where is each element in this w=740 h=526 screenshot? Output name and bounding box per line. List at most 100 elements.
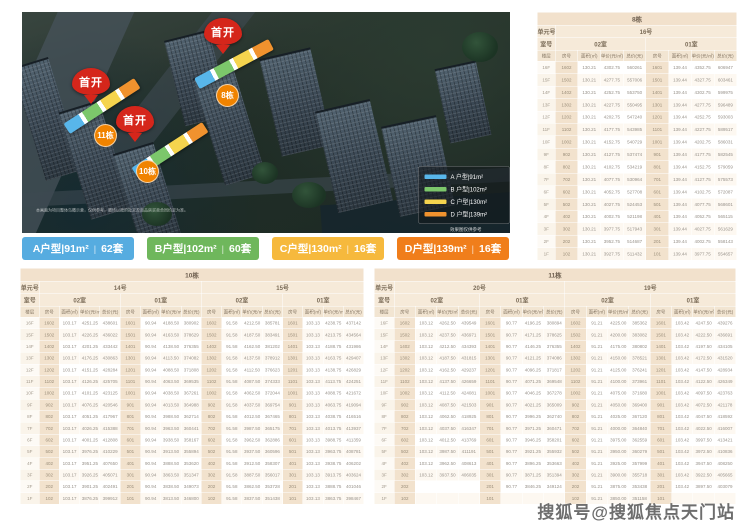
table-title-row: 8栋 (537, 12, 737, 25)
cell: 358167 (181, 434, 201, 446)
cell: 4162.50 (242, 341, 262, 353)
room-row: 室号02室01室 (537, 38, 737, 51)
table-row: 15F1502103.174226.25436022150190.944163.… (20, 329, 364, 341)
cell: 4121.25 (522, 352, 543, 364)
cell: 424081 (458, 387, 479, 399)
cell: 540729 (623, 136, 646, 148)
cell: 4038.50 (161, 387, 181, 399)
cell: 90.94 (141, 422, 161, 434)
cell: 560261 (623, 61, 646, 73)
cell: 4021.25 (522, 399, 543, 411)
cell: 1302 (39, 352, 59, 364)
cell: 面积(㎡) (141, 306, 161, 317)
cell: 90.94 (141, 364, 161, 376)
cell: 103.12 (415, 387, 436, 399)
cell: 4127.75 (691, 173, 714, 185)
table-row: 6F602103.124012.5041376960190.773946.253… (374, 434, 736, 446)
cell: 1601 (480, 317, 501, 329)
cell: 103.13 (303, 399, 323, 411)
table-row: 4F402103.123962.5040861340190.773896.253… (374, 458, 736, 470)
cell: 103.17 (59, 493, 79, 505)
cell: 139.44 (669, 148, 692, 160)
cell: 514687 (623, 235, 646, 247)
cell: 4072.50 (693, 399, 714, 411)
table-row: 6F602130.214052.75527708601139.444102.75… (537, 186, 737, 198)
cell: 90.77 (501, 434, 522, 446)
cell: 01室 (283, 294, 364, 307)
cell: 4171.25 (522, 329, 543, 341)
cell: 376355 (544, 341, 565, 353)
cell: 357999 (629, 458, 650, 470)
column-header-row: 楼层房号面积(㎡)单价(元/㎡)总价(元)房号面积(㎡)单价(元/㎡)总价(元) (537, 50, 737, 61)
cell: 517943 (623, 223, 646, 235)
cell: 362740 (544, 411, 565, 423)
cell: 101 (283, 493, 303, 505)
cell: 601 (650, 434, 671, 446)
cell: 3900.00 (608, 469, 629, 481)
cell: 1201 (120, 364, 140, 376)
cell: 403624 (343, 469, 363, 481)
cell: 420546 (100, 399, 120, 411)
cell: 421672 (343, 387, 363, 399)
legend-row: A 户型|91m² (425, 173, 504, 182)
cell: 面积(㎡) (672, 306, 693, 317)
cell: 房号 (480, 306, 501, 317)
unit-type-banner-d: D户型 |139m² | 16套 (397, 237, 509, 260)
table-row: 4F402130.214002.75521198401139.444052.75… (537, 211, 737, 223)
price-grid: 11栋单元号20号19号室号02室01室02室01室楼层房号面积(㎡)单价(元/… (374, 268, 736, 505)
cell: 139.44 (669, 99, 692, 111)
cell: 130.21 (578, 161, 601, 173)
cell: 371808 (181, 364, 201, 376)
cell: 面积(㎡) (501, 306, 522, 317)
cell: 412808 (100, 434, 120, 446)
cell: 16号 (555, 25, 737, 38)
cell: 702 (201, 422, 221, 434)
table-row: 12F1202103.174151.25428284120190.944088.… (20, 364, 364, 376)
cell: 11F (20, 376, 39, 388)
cell: 416347 (458, 422, 479, 434)
cell: 4163.50 (161, 329, 181, 341)
cell: 582545 (714, 148, 737, 160)
cell: 3938.75 (323, 458, 343, 470)
cell: 601 (283, 434, 303, 446)
cell: 10F (537, 136, 555, 148)
cell: 557006 (623, 74, 646, 86)
cell: 4226.25 (80, 329, 100, 341)
legend-color-bar (425, 200, 447, 205)
cell: 103.42 (672, 411, 693, 423)
cell: 4212.50 (242, 317, 262, 329)
cell: 103.13 (303, 422, 323, 434)
banner-count: 16套 (479, 241, 501, 256)
cell: 1001 (283, 387, 303, 399)
cell: 502 (565, 446, 586, 458)
cell: 103.42 (672, 352, 693, 364)
cell: 1301 (480, 352, 501, 364)
cell: 349124 (544, 481, 565, 493)
cell: 90.77 (501, 376, 522, 388)
table-row: 10F1002130.214152.755407291001139.444202… (537, 136, 737, 148)
table-row: 10F1002103.124112.50424081100190.774046.… (374, 387, 736, 399)
cell: 902 (555, 148, 578, 160)
cell: 201 (283, 481, 303, 493)
cell: 572087 (714, 186, 737, 198)
cell: 3897.50 (693, 481, 714, 493)
cell: 101 (120, 493, 140, 505)
cell: 351347 (181, 469, 201, 481)
cell: 单价(元/㎡) (80, 306, 100, 317)
cell: 11F (537, 123, 555, 135)
cell: 楼层 (537, 50, 555, 61)
cell: 103.17 (59, 446, 79, 458)
cell: 3977.75 (691, 248, 714, 260)
cell: 室号 (20, 294, 39, 307)
cell: 4227.75 (601, 99, 624, 111)
cell: 1002 (394, 387, 415, 399)
cell: 530964 (623, 173, 646, 185)
cell: 11F (374, 376, 394, 388)
cell: 13F (20, 352, 39, 364)
cell: 413937 (343, 422, 363, 434)
cell: 5F (537, 198, 555, 210)
cell: 362714 (181, 411, 201, 423)
cell: 301 (480, 469, 501, 481)
cell: 3976.25 (80, 446, 100, 458)
cell: 6F (537, 186, 555, 198)
